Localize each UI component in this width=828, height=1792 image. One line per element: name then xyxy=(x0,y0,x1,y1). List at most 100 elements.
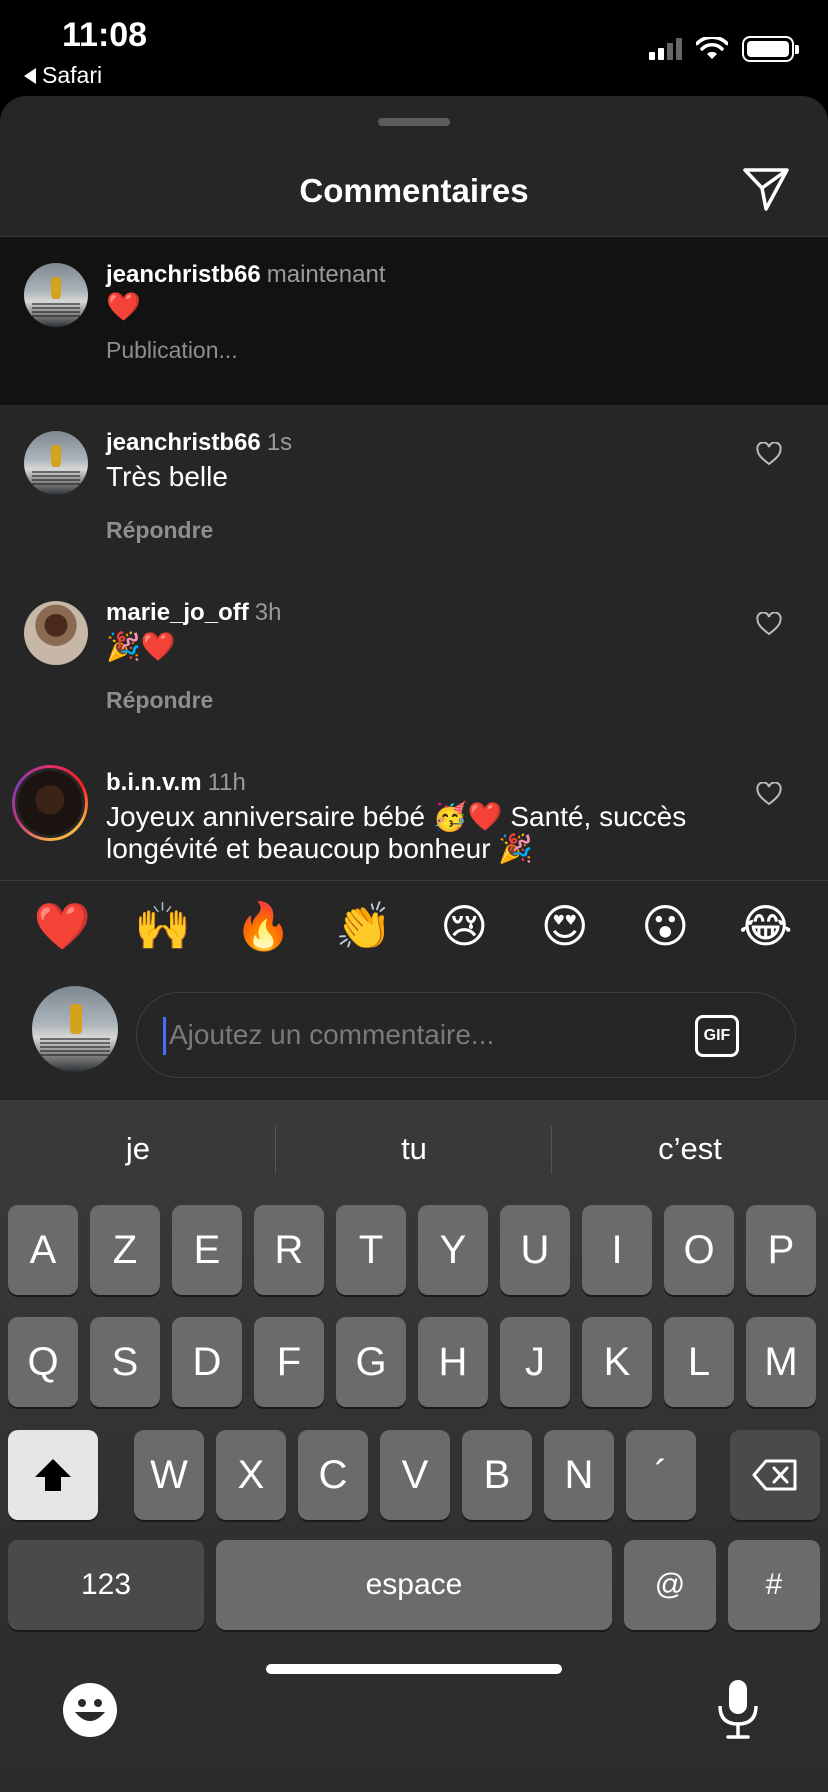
key-a[interactable]: A xyxy=(8,1205,78,1295)
microphone-icon[interactable] xyxy=(716,1678,760,1740)
key-q[interactable]: Q xyxy=(8,1317,78,1407)
key-z[interactable]: Z xyxy=(90,1205,160,1295)
predictive-bar: je tu c’est xyxy=(0,1100,828,1198)
key-r[interactable]: R xyxy=(254,1205,324,1295)
shift-key[interactable] xyxy=(8,1430,98,1520)
quick-emoji-bar: ❤️ 🙌 🔥 👏 😢 😍 😮 😂 xyxy=(0,881,828,971)
heart-outline-icon[interactable] xyxy=(756,782,782,806)
heart-outline-icon[interactable] xyxy=(756,442,782,466)
comment-time: 1s xyxy=(266,429,293,456)
key-c[interactable]: C xyxy=(298,1430,368,1520)
emoji-crying-button[interactable]: 😢 xyxy=(424,899,504,953)
comment-header: marie_jo_off 3h xyxy=(106,599,281,627)
comment-item: b.i.n.v.m 11h Joyeux anniversaire bébé 🥳❤… xyxy=(0,745,828,880)
avatar[interactable] xyxy=(24,601,88,665)
shift-icon xyxy=(35,1459,71,1491)
suggestion-item[interactable]: tu xyxy=(276,1100,552,1198)
key-u[interactable]: U xyxy=(500,1205,570,1295)
comment-input[interactable]: Ajoutez un commentaire... GIF xyxy=(136,992,796,1078)
space-key[interactable]: espace xyxy=(216,1540,612,1630)
comment-text: ❤️ xyxy=(106,290,141,323)
key-e[interactable]: E xyxy=(172,1205,242,1295)
key-n[interactable]: N xyxy=(544,1430,614,1520)
key-o[interactable]: O xyxy=(664,1205,734,1295)
emoji-icon[interactable] xyxy=(62,1682,118,1738)
key-g[interactable]: G xyxy=(336,1317,406,1407)
emoji-surprised-button[interactable]: 😮 xyxy=(625,899,705,953)
key-d[interactable]: D xyxy=(172,1317,242,1407)
cellular-signal-icon xyxy=(649,38,682,60)
key-t[interactable]: T xyxy=(336,1205,406,1295)
sheet-title: Commentaires xyxy=(299,172,529,209)
key-m[interactable]: M xyxy=(746,1317,816,1407)
reply-button[interactable]: Répondre xyxy=(106,687,213,714)
comments-sheet: Commentaires jeanchristb66 maintenant ❤️ … xyxy=(0,96,828,1100)
suggestion-item[interactable]: je xyxy=(0,1100,276,1198)
comment-input-placeholder: Ajoutez un commentaire... xyxy=(169,1019,495,1050)
key-accent[interactable]: ´ xyxy=(626,1430,696,1520)
avatar[interactable] xyxy=(12,765,88,841)
back-app-label: Safari xyxy=(42,62,103,88)
pending-comment: jeanchristb66 maintenant ❤️ Publication..… xyxy=(0,237,828,405)
avatar[interactable] xyxy=(24,431,88,495)
comment-composer: Ajoutez un commentaire... GIF xyxy=(0,976,828,1080)
gif-button[interactable]: GIF xyxy=(695,1015,739,1057)
comment-username[interactable]: jeanchristb66 xyxy=(106,429,261,456)
comment-time: 11h xyxy=(207,769,246,796)
comment-username[interactable]: jeanchristb66 xyxy=(106,261,261,288)
key-k[interactable]: K xyxy=(582,1317,652,1407)
status-icons xyxy=(649,36,799,62)
comment-time: 3h xyxy=(254,599,282,626)
text-caret xyxy=(163,1017,166,1055)
key-s[interactable]: S xyxy=(90,1317,160,1407)
comment-header: b.i.n.v.m 11h xyxy=(106,769,246,797)
numbers-key[interactable]: 123 xyxy=(8,1540,204,1630)
emoji-raised-hands-button[interactable]: 🙌 xyxy=(123,899,203,954)
emoji-heart-button[interactable]: ❤️ xyxy=(22,899,102,954)
key-w[interactable]: W xyxy=(134,1430,204,1520)
emoji-heart-eyes-button[interactable]: 😍 xyxy=(525,899,605,953)
current-user-avatar xyxy=(32,986,118,1072)
key-i[interactable]: I xyxy=(582,1205,652,1295)
comment-time: maintenant xyxy=(266,261,386,288)
comment-item: marie_jo_off 3h 🎉❤️ Répondre xyxy=(0,575,828,745)
comment-username[interactable]: b.i.n.v.m xyxy=(106,769,202,796)
back-triangle-icon xyxy=(24,67,36,84)
key-j[interactable]: J xyxy=(500,1317,570,1407)
key-f[interactable]: F xyxy=(254,1317,324,1407)
posting-status: Publication... xyxy=(106,337,238,363)
backspace-key[interactable] xyxy=(730,1430,820,1520)
comment-username[interactable]: marie_jo_off xyxy=(106,599,249,626)
battery-icon xyxy=(742,36,799,62)
key-l[interactable]: L xyxy=(664,1317,734,1407)
key-h[interactable]: H xyxy=(418,1317,488,1407)
key-b[interactable]: B xyxy=(462,1430,532,1520)
key-p[interactable]: P xyxy=(746,1205,816,1295)
back-to-app-link[interactable]: Safari xyxy=(24,62,102,89)
comment-text: Très belle xyxy=(106,461,228,492)
comment-text: 🎉❤️ xyxy=(106,630,176,663)
key-y[interactable]: Y xyxy=(418,1205,488,1295)
reply-button[interactable]: Répondre xyxy=(106,517,213,544)
emoji-clap-button[interactable]: 👏 xyxy=(324,899,404,954)
comment-header: jeanchristb66 1s xyxy=(106,429,292,457)
keyboard: je tu c’est A Z E R T Y U I O P Q S D F G H J K L M W X C V B N ´ … xyxy=(0,1100,828,1792)
comment-text: Joyeux anniversaire bébé 🥳❤️ Santé, succ… xyxy=(106,801,687,864)
avatar[interactable] xyxy=(24,263,88,327)
emoji-fire-button[interactable]: 🔥 xyxy=(223,899,303,954)
backspace-icon xyxy=(752,1459,797,1491)
at-key[interactable]: @ xyxy=(624,1540,716,1630)
home-indicator[interactable] xyxy=(266,1664,562,1674)
heart-outline-icon[interactable] xyxy=(756,612,782,636)
hash-key[interactable]: # xyxy=(728,1540,820,1630)
paper-plane-icon[interactable] xyxy=(742,166,790,212)
suggestion-divider xyxy=(551,1126,552,1174)
key-x[interactable]: X xyxy=(216,1430,286,1520)
key-v[interactable]: V xyxy=(380,1430,450,1520)
status-time: 11:08 xyxy=(62,16,148,54)
emoji-laughing-button[interactable]: 😂 xyxy=(726,899,806,953)
suggestion-divider xyxy=(275,1126,276,1174)
sheet-grabber[interactable] xyxy=(378,118,450,126)
suggestion-item[interactable]: c’est xyxy=(552,1100,828,1198)
comment-header: jeanchristb66 maintenant xyxy=(106,261,385,289)
